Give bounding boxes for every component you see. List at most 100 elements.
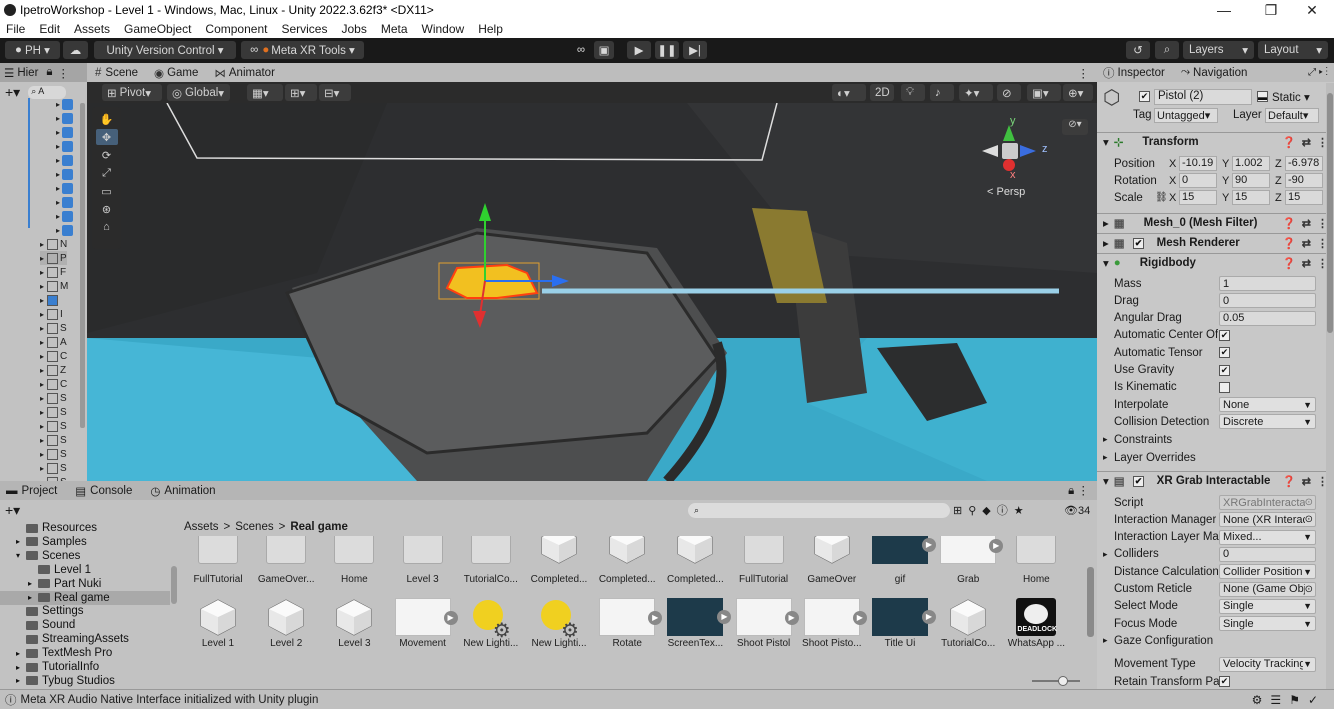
- property-dropdown[interactable]: Discrete ▼: [1219, 414, 1316, 430]
- rotation-x-field[interactable]: 0: [1179, 173, 1217, 188]
- help-icon[interactable]: ❓: [1282, 217, 1296, 230]
- pivot-dropdown[interactable]: ⊞ Pivot ▾: [102, 84, 162, 101]
- close-button[interactable]: ✕: [1290, 0, 1334, 20]
- preset-icon[interactable]: ⇄: [1302, 217, 1311, 230]
- hierarchy-item[interactable]: ▸ Z: [40, 363, 66, 377]
- tag-dropdown[interactable]: Untagged▾: [1154, 108, 1218, 123]
- project-filter-icons[interactable]: ⊞⚲◆ⓘ★: [953, 502, 1030, 518]
- minimize-button[interactable]: —: [1202, 0, 1246, 20]
- rigidbody-header[interactable]: ▾ ● Rigidbody ❓ ⇄ ⋮: [1097, 253, 1334, 272]
- hierarchy-tab[interactable]: Hier: [17, 67, 38, 79]
- property-checkbox[interactable]: ✔: [1219, 676, 1230, 687]
- expand-arrow-icon[interactable]: ▸: [56, 100, 60, 109]
- status-message[interactable]: Meta XR Audio Native Interface initializ…: [21, 694, 319, 706]
- hierarchy-item[interactable]: ▸ A: [40, 335, 67, 349]
- global-dropdown[interactable]: ◎ Global ▾: [167, 84, 230, 101]
- hierarchy-item[interactable]: ▸: [56, 139, 75, 153]
- expand-arrow-icon[interactable]: ▸: [40, 282, 44, 291]
- maximize-button[interactable]: ❐: [1249, 0, 1293, 20]
- mesh-renderer-checkbox[interactable]: ✔: [1133, 237, 1144, 249]
- tab-game[interactable]: Game: [167, 67, 198, 79]
- preset-icon[interactable]: ⇄: [1302, 136, 1311, 149]
- position-y-field[interactable]: 1.002: [1232, 156, 1270, 171]
- history-icon[interactable]: ↺: [1126, 41, 1150, 59]
- hierarchy-scrollbar[interactable]: [80, 103, 85, 428]
- preset-icon[interactable]: ⇄: [1302, 237, 1311, 250]
- object-picker-icon[interactable]: ⊙: [1305, 497, 1313, 508]
- property-dropdown[interactable]: Single ▼: [1219, 616, 1316, 632]
- property-dropdown[interactable]: None ▼: [1219, 397, 1316, 413]
- perspective-label[interactable]: < Persp: [987, 186, 1025, 198]
- expand-arrow-icon[interactable]: ▸: [56, 142, 60, 151]
- expand-arrow-icon[interactable]: ▸: [40, 380, 44, 389]
- active-checkbox[interactable]: ✔: [1139, 91, 1150, 102]
- expand-arrow-icon[interactable]: ▸: [40, 352, 44, 361]
- layer-overrides-row[interactable]: ▸ Layer Overrides: [1097, 449, 1334, 466]
- expand-arrow-icon[interactable]: ▸: [40, 394, 44, 403]
- hierarchy-item[interactable]: ▸ M: [40, 279, 68, 293]
- hierarchy-item[interactable]: ▸: [56, 97, 75, 111]
- expand-arrow-icon[interactable]: ▸: [16, 649, 26, 658]
- help-icon[interactable]: ❓: [1282, 237, 1296, 250]
- project-panel-menu-icon[interactable]: 🔒︎ ⋮: [1068, 483, 1089, 498]
- object-name-field[interactable]: Pistol (2): [1154, 89, 1252, 105]
- preset-icon[interactable]: ⇄: [1302, 257, 1311, 270]
- preset-icon[interactable]: ⇄: [1302, 475, 1311, 488]
- tab-console[interactable]: Console: [90, 485, 132, 497]
- menu-assets[interactable]: Assets: [67, 22, 117, 36]
- menu-gameobject[interactable]: GameObject: [117, 22, 198, 36]
- hierarchy-item[interactable]: ▸ I: [40, 307, 63, 321]
- property-checkbox[interactable]: ✔: [1219, 329, 1230, 341]
- overlay-menu-icon[interactable]: ⊘▾: [1062, 119, 1088, 135]
- property-field[interactable]: None (Game Obj ⊙: [1219, 581, 1316, 597]
- scale-tool-icon[interactable]: ⤢: [96, 165, 118, 181]
- lighting-toggle-icon[interactable]: 💡︎: [901, 84, 925, 101]
- hierarchy-item[interactable]: ▸S: [40, 447, 67, 461]
- asset-item[interactable]: ⚙ New Lighti...: [457, 598, 525, 676]
- constraints-row[interactable]: ▸ Constraints: [1097, 431, 1334, 448]
- tab-project[interactable]: Project: [22, 485, 58, 497]
- hierarchy-item[interactable]: ▸: [56, 209, 75, 223]
- breadcrumb-real-game[interactable]: Real game: [290, 521, 348, 533]
- expand-arrow-icon[interactable]: ▸: [40, 464, 44, 473]
- pause-button[interactable]: ❚❚: [655, 41, 679, 59]
- rotate-tool-icon[interactable]: ⟳: [96, 147, 118, 163]
- expand-arrow-icon[interactable]: ▸: [40, 436, 44, 445]
- asset-item[interactable]: ▶ Movement: [389, 598, 458, 676]
- version-control-button[interactable]: Unity Version Control ▾: [94, 41, 236, 59]
- shading-mode-icon[interactable]: ◐▾: [832, 84, 866, 101]
- expand-arrow-icon[interactable]: ▸: [40, 338, 44, 347]
- layout-dropdown[interactable]: Layout ▾: [1258, 41, 1328, 59]
- asset-item[interactable]: DEADLOCK WhatsApp ...: [1002, 598, 1070, 676]
- property-field[interactable]: XRGrabInteractable⊙: [1219, 495, 1316, 510]
- rotation-y-field[interactable]: 90: [1232, 173, 1270, 188]
- menu-file[interactable]: File: [0, 22, 32, 36]
- expand-arrow-icon[interactable]: ▸: [40, 408, 44, 417]
- xr-grab-header[interactable]: ▾ ▤ ✔ XR Grab Interactable ❓ ⇄ ⋮: [1097, 471, 1334, 490]
- property-field[interactable]: 0: [1219, 293, 1316, 309]
- property-dropdown[interactable]: Mixed... ▼: [1219, 529, 1316, 545]
- folder-tree-item[interactable]: ▾ Scenes: [0, 549, 170, 563]
- scene-viewport[interactable]: [87, 103, 1097, 481]
- inspector-tab-menu-icon[interactable]: ⤢ ▸ ⋮: [1308, 67, 1328, 78]
- effects-toggle-icon[interactable]: ✦▾: [959, 84, 993, 101]
- hierarchy-item[interactable]: ▸S: [40, 391, 67, 405]
- transform-header[interactable]: ▾ ⊹ Transform ❓ ⇄ ⋮: [1097, 132, 1334, 151]
- expand-arrow-icon[interactable]: ▸: [40, 450, 44, 459]
- expand-arrow-icon[interactable]: ▸: [40, 240, 44, 249]
- expand-arrow-icon[interactable]: ▸: [56, 198, 60, 207]
- hierarchy-item[interactable]: ▸ C: [40, 349, 67, 363]
- tab-inspector[interactable]: Inspector: [1118, 67, 1165, 79]
- position-z-field[interactable]: -6.978: [1285, 156, 1323, 171]
- inspector-scrollbar[interactable]: [1326, 83, 1334, 689]
- expand-arrow-icon[interactable]: ▸: [56, 184, 60, 193]
- account-button[interactable]: ● PH ▾: [5, 41, 60, 59]
- tab-scene[interactable]: Scene: [105, 67, 138, 79]
- transform-tool-icon[interactable]: ⊛: [96, 201, 118, 217]
- menu-meta[interactable]: Meta: [374, 22, 415, 36]
- lock-icon[interactable]: 🔒︎: [46, 66, 52, 79]
- hierarchy-item[interactable]: ▸: [56, 111, 75, 125]
- help-icon[interactable]: ❓: [1282, 257, 1296, 270]
- menu-window[interactable]: Window: [415, 22, 472, 36]
- hierarchy-item[interactable]: ▸: [56, 125, 75, 139]
